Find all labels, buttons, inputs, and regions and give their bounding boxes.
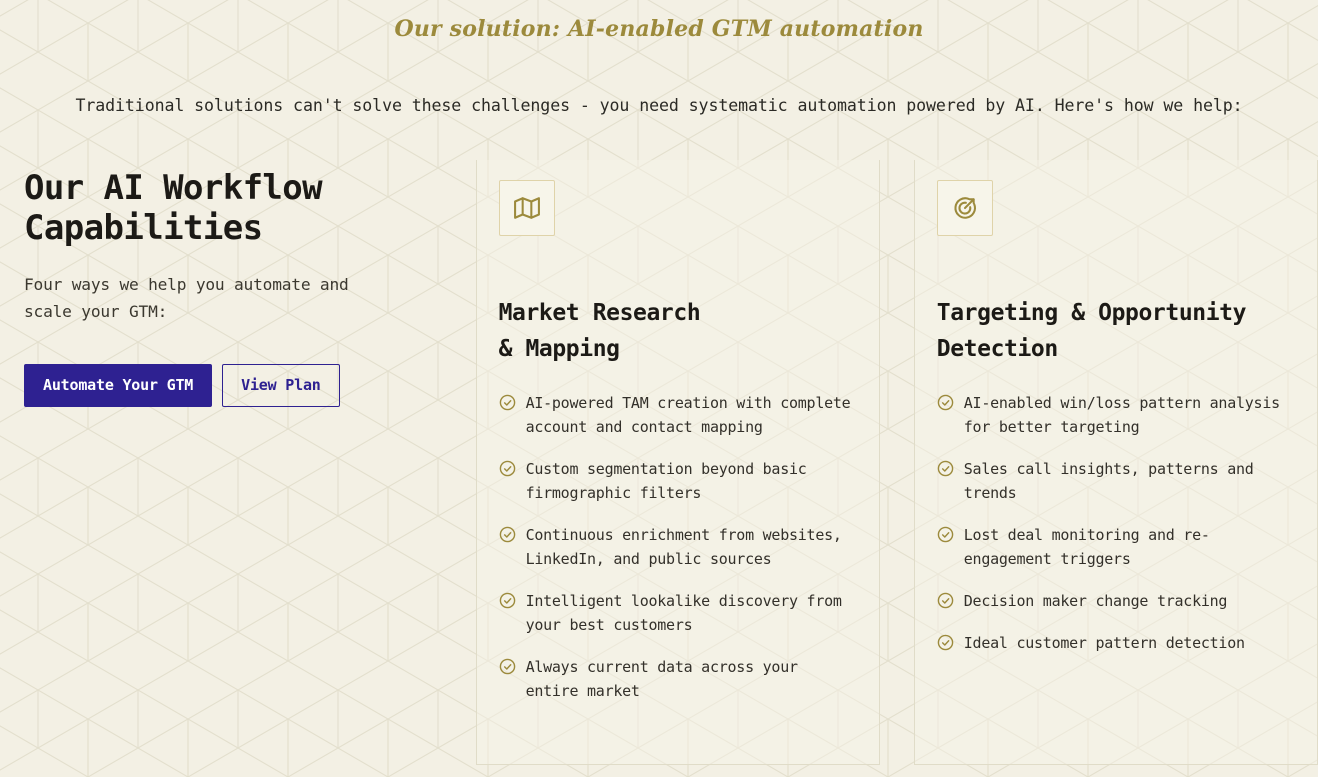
view-plan-button[interactable]: View Plan [222,364,340,407]
list-item: Continuous enrichment from websites, Lin… [499,523,857,571]
target-arrow-icon [952,195,978,221]
capability-card-market-research: Market Research & Mapping AI-powered TAM… [475,160,880,765]
list-item-text: AI-powered TAM creation with complete ac… [525,394,851,437]
section-eyebrow: Our solution: AI-enabled GTM automation [394,16,924,42]
circle-check-icon [499,394,516,415]
solution-section: Our solution: AI-enabled GTM automation … [0,0,1318,777]
intro-column: Our AI Workflow Capabilities Four ways w… [0,160,476,777]
list-item-text: Ideal customer pattern detection [963,634,1245,653]
cta-button-row: Automate Your GTM View Plan [24,364,416,407]
circle-check-icon [937,526,954,547]
list-item: Intelligent lookalike discovery from you… [499,589,857,637]
list-item-text: Intelligent lookalike discovery from you… [525,592,842,635]
card-title: Targeting & Opportunity Detection [936,300,1247,362]
list-item-text: Custom segmentation beyond basic firmogr… [525,460,807,503]
circle-check-icon [937,394,954,415]
capability-list: AI-powered TAM creation with complete ac… [499,391,857,703]
list-item: Sales call insights, patterns and trends [937,457,1295,505]
list-item-text: Lost deal monitoring and re-engagement t… [963,526,1210,569]
list-item: AI-powered TAM creation with complete ac… [499,391,857,439]
list-item-text: AI-enabled win/loss pattern analysis for… [963,394,1280,437]
circle-check-icon [499,658,516,679]
capabilities-grid: Our AI Workflow Capabilities Four ways w… [0,160,1318,777]
capability-list: AI-enabled win/loss pattern analysis for… [937,391,1295,655]
list-item: Custom segmentation beyond basic firmogr… [499,457,857,505]
circle-check-icon [937,460,954,481]
capability-card-targeting: Targeting & Opportunity Detection AI-ena… [913,160,1318,765]
list-item-text: Always current data across your entire m… [525,658,798,701]
list-item-text: Sales call insights, patterns and trends [963,460,1254,503]
card-title: Market Research & Mapping [498,300,701,362]
page-title: Our AI Workflow Capabilities [24,168,323,249]
card-icon-box [498,180,555,236]
list-item: Ideal customer pattern detection [937,631,1295,655]
list-item: Always current data across your entire m… [499,655,857,703]
list-item-text: Decision maker change tracking [963,592,1228,611]
card-icon-box [936,180,993,236]
circle-check-icon [937,634,954,655]
circle-check-icon [499,526,516,547]
intro-subtitle: Four ways we help you automate and scale… [24,275,349,322]
list-item: AI-enabled win/loss pattern analysis for… [937,391,1295,439]
circle-check-icon [937,592,954,613]
circle-check-icon [499,460,516,481]
section-intro-text: Traditional solutions can't solve these … [75,96,1243,115]
circle-check-icon [499,592,516,613]
automate-your-gtm-button[interactable]: Automate Your GTM [24,364,213,407]
list-item: Decision maker change tracking [937,589,1295,613]
list-item-text: Continuous enrichment from websites, Lin… [525,526,842,569]
list-item: Lost deal monitoring and re-engagement t… [937,523,1295,571]
map-icon [513,195,540,221]
